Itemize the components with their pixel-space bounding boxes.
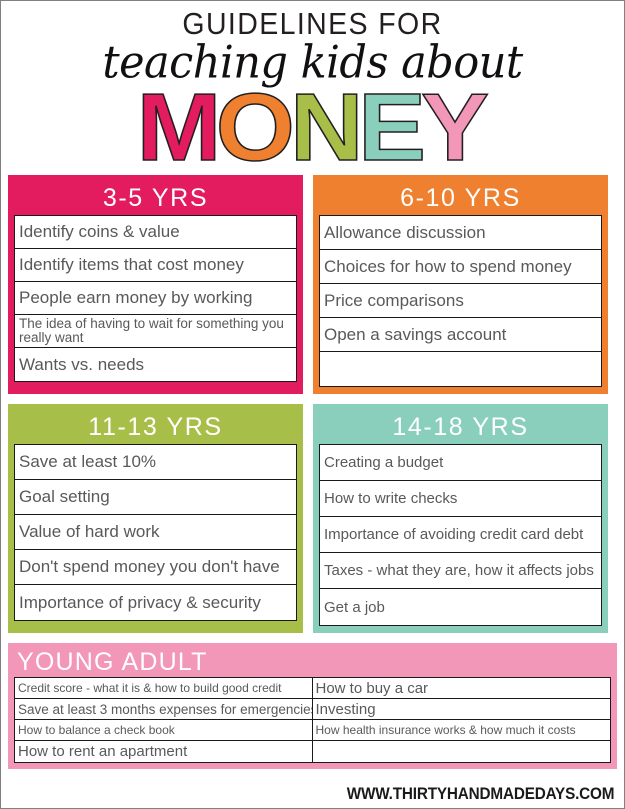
money-letter-o: O — [215, 74, 296, 181]
list-item: Open a savings account — [320, 318, 601, 352]
list-item: Price comparisons — [320, 284, 601, 318]
money-letter-e: E — [357, 74, 426, 181]
young-adult-column-right: How to buy a car Investing How health in… — [312, 678, 611, 762]
age-box-3-5: 3-5 YRS Identify coins & value Identify … — [8, 175, 303, 394]
list-item: Creating a budget — [320, 445, 601, 481]
age-box-list-6-10: Allowance discussion Choices for how to … — [319, 215, 602, 387]
list-item: Get a job — [324, 598, 385, 616]
list-item: The idea of having to wait for something… — [15, 315, 296, 348]
money-letter-m: M — [136, 74, 222, 181]
table-cell: How to balance a check book — [15, 720, 312, 741]
table-cell: Save at least 3 months expenses for emer… — [15, 699, 312, 720]
age-box-title-6-10: 6-10 YRS — [400, 184, 521, 212]
list-item: Identify items that cost money — [15, 249, 296, 282]
age-box-title-3-5: 3-5 YRS — [102, 184, 209, 212]
young-adult-title: YOUNG ADULT — [17, 648, 208, 676]
list-item: Importance of avoiding credit card debt — [320, 517, 601, 553]
list-item: Value of hard work — [15, 515, 296, 550]
list-item: Choices for how to spend money — [320, 250, 601, 284]
money-letter-y: Y — [420, 74, 489, 181]
list-item: Wants vs. needs — [19, 354, 145, 374]
footer-url: WWW.THIRTYHANDMADEDAYS.COM — [346, 784, 614, 803]
list-item: How to write checks — [320, 481, 601, 517]
list-item: Importance of privacy & security — [19, 592, 261, 612]
infographic-page: GUIDELINES FOR teaching kids about M O N… — [0, 0, 625, 809]
list-item: People earn money by working — [15, 282, 296, 315]
age-box-6-10: 6-10 YRS Allowance discussion Choices fo… — [313, 175, 608, 394]
age-box-title-11-13: 11-13 YRS — [88, 413, 223, 441]
table-cell: How health insurance works & how much it… — [312, 720, 610, 741]
age-box-list-11-13: Save at least 10% Goal setting Value of … — [14, 444, 297, 621]
young-adult-section: YOUNG ADULT Credit score - what it is & … — [8, 643, 617, 769]
header: GUIDELINES FOR teaching kids about M O N… — [1, 1, 624, 181]
table-cell: How to buy a car — [312, 678, 610, 699]
list-item-empty — [320, 352, 601, 386]
age-boxes-grid: 3-5 YRS Identify coins & value Identify … — [1, 170, 624, 633]
list-item: Don't spend money you don't have — [15, 550, 296, 585]
table-cell-empty — [313, 741, 611, 762]
list-item: Taxes - what they are, how it affects jo… — [320, 553, 601, 589]
age-box-list-3-5: Identify coins & value Identify items th… — [14, 215, 297, 382]
age-box-list-14-18: Creating a budget How to write checks Im… — [319, 444, 602, 626]
list-item: Allowance discussion — [320, 216, 601, 250]
young-adult-column-left: Credit score - what it is & how to build… — [15, 678, 313, 762]
list-item: Save at least 10% — [15, 445, 296, 480]
table-cell: Credit score - what it is & how to build… — [15, 678, 312, 699]
list-item: Goal setting — [15, 480, 296, 515]
header-money-word: M O N E Y — [1, 74, 624, 181]
table-cell: Investing — [312, 699, 610, 720]
table-cell: How to rent an apartment — [18, 743, 188, 760]
age-box-11-13: 11-13 YRS Save at least 10% Goal setting… — [8, 404, 303, 633]
list-item: Identify coins & value — [15, 216, 296, 249]
age-box-14-18: 14-18 YRS Creating a budget How to write… — [313, 404, 608, 633]
money-letter-n: N — [289, 74, 364, 181]
young-adult-table: Credit score - what it is & how to build… — [14, 677, 611, 763]
age-box-title-14-18: 14-18 YRS — [392, 413, 529, 441]
